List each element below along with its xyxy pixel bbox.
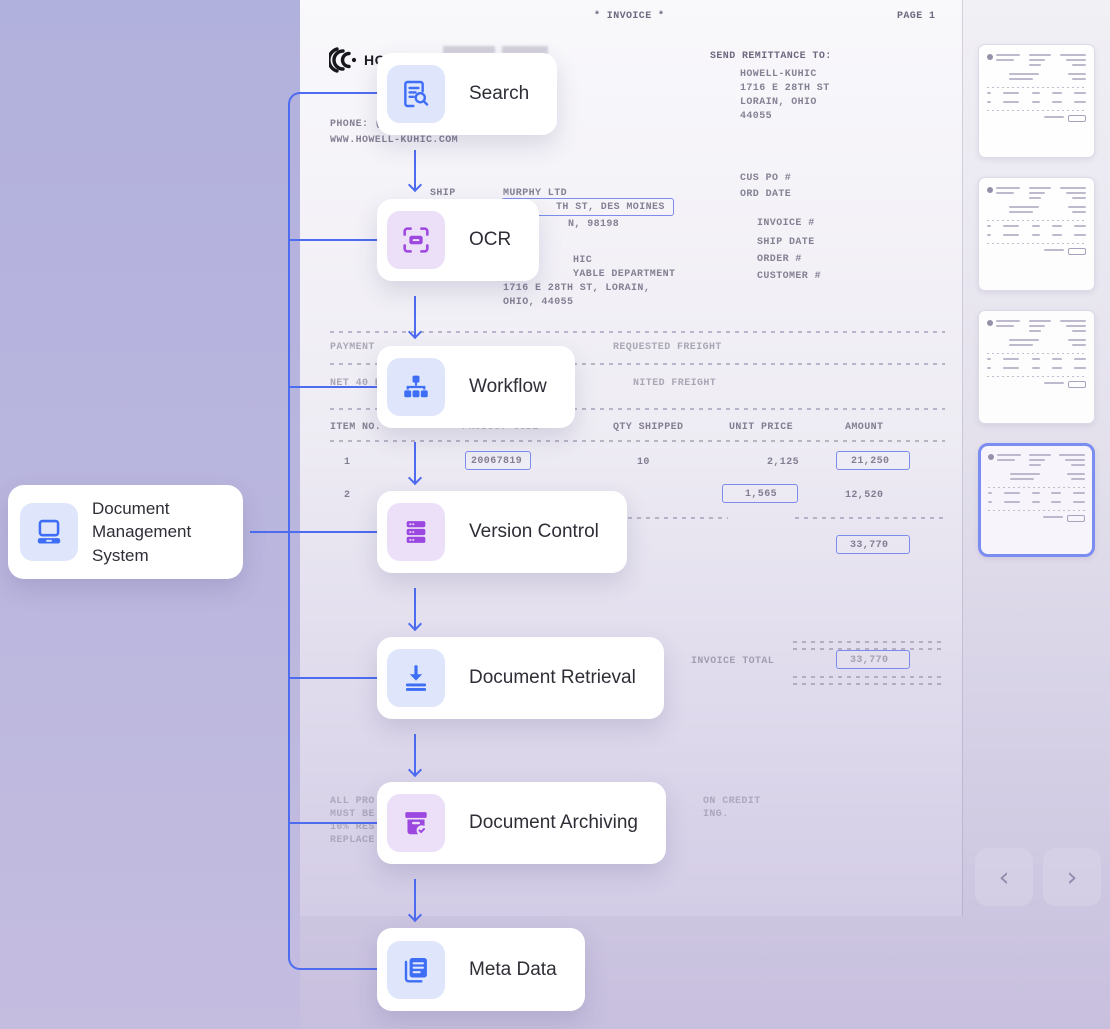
meta-label: INVOICE #: [757, 218, 815, 229]
node-label: Search: [469, 83, 529, 105]
download-tray-icon-tile: [387, 649, 445, 707]
next-page-button[interactable]: ›: [1043, 848, 1101, 906]
bill-to-fragment: YABLE DEPARTMENT: [573, 269, 675, 280]
node-ocr[interactable]: OCR: [377, 199, 539, 281]
dashed-divider: [330, 440, 945, 442]
remittance-line: 44055: [740, 111, 772, 122]
invoice-total-value: 33,770: [850, 655, 888, 666]
flow-stub-ocr: [288, 239, 377, 241]
hierarchy-icon-tile: [387, 358, 445, 416]
row2-unit-price: 1,565: [745, 489, 777, 500]
server-stack-icon: [400, 516, 432, 548]
footer-fragment: ON CREDIT: [703, 796, 761, 807]
hierarchy-icon: [400, 371, 432, 403]
row1-amount: 21,250: [851, 456, 889, 467]
node-label: Document Retrieval: [469, 667, 636, 689]
ship-label: SHIP: [430, 188, 456, 199]
bill-to-fragment: OHIO, 44055: [503, 297, 573, 308]
chevron-right-icon: ›: [1067, 862, 1078, 893]
invoice-page-label: PAGE 1: [897, 11, 935, 22]
download-tray-icon: [400, 662, 432, 694]
node-label: OCR: [469, 229, 511, 251]
terms-right: REQUESTED FREIGHT: [613, 342, 722, 353]
remittance-heading: SEND REMITTANCE TO:: [710, 51, 832, 62]
node-label: Meta Data: [469, 959, 557, 981]
dashed-divider: [628, 517, 728, 519]
previous-page-button[interactable]: ‹: [975, 848, 1033, 906]
bill-to-fragment: HIC: [573, 255, 592, 266]
node-label: Document Archiving: [469, 812, 638, 834]
remittance-line: 1716 E 28TH ST: [740, 83, 830, 94]
bill-to-fragment: 1716 E 28TH ST, LORAIN,: [503, 283, 650, 294]
company-logo-icon: [329, 45, 365, 75]
document-lines-icon-tile: [387, 941, 445, 999]
computer-icon-tile: [20, 503, 78, 561]
node-label: Version Control: [469, 521, 599, 543]
remittance-line: LORAIN, OHIO: [740, 97, 817, 108]
terms2-right-fragment: NITED FREIGHT: [633, 378, 716, 389]
node-document-management-system[interactable]: Document Management System: [8, 485, 243, 579]
invoice-total-label: INVOICE TOTAL: [691, 656, 774, 667]
dashed-divider: [793, 683, 945, 685]
invoice-title: * INVOICE *: [594, 11, 664, 22]
page-thumbnail[interactable]: [978, 310, 1095, 424]
row2-amount: 12,520: [845, 490, 883, 501]
computer-icon: [33, 516, 65, 548]
node-meta-data[interactable]: Meta Data: [377, 928, 585, 1011]
flow-arrow-down: [414, 879, 416, 920]
flow-stub-document-archiving: [288, 822, 377, 824]
search-document-icon-tile: [387, 65, 445, 123]
meta-label: CUSTOMER #: [757, 271, 821, 282]
flow-arrow-down: [414, 734, 416, 775]
subtotal-value: 33,770: [850, 540, 888, 551]
flow-arrow-down: [414, 150, 416, 190]
flow-arrow-down: [414, 296, 416, 337]
row1-qty: 10: [637, 457, 650, 468]
archive-check-icon-tile: [387, 794, 445, 852]
flow-stub-workflow: [288, 386, 377, 388]
col-header-price: UNIT PRICE: [729, 422, 793, 433]
page-thumbnail[interactable]: [978, 44, 1095, 158]
flow-arrow-down: [414, 442, 416, 483]
remittance-line: HOWELL-KUHIC: [740, 69, 817, 80]
search-document-icon: [400, 78, 432, 110]
col-header-amount: AMOUNT: [845, 422, 883, 433]
server-stack-icon-tile: [387, 503, 445, 561]
node-document-retrieval[interactable]: Document Retrieval: [377, 637, 664, 719]
dashed-divider: [793, 676, 945, 678]
ship-address-fragment2: N, 98198: [568, 219, 619, 230]
meta-label: SHIP DATE: [757, 237, 815, 248]
col-header-qty: QTY SHIPPED: [613, 422, 683, 433]
node-version-control[interactable]: Version Control: [377, 491, 627, 573]
page-thumbnail[interactable]: [978, 443, 1095, 557]
dashed-divider: [795, 517, 945, 519]
row1-unit-price: 2,125: [767, 457, 799, 468]
row1-product-code: 20067819: [471, 456, 522, 467]
scan-frame-icon: [400, 224, 432, 256]
archive-check-icon: [400, 807, 432, 839]
ship-address-fragment: TH ST, DES MOINES: [556, 202, 665, 213]
node-search[interactable]: Search: [377, 53, 557, 135]
flow-stub-document-retrieval: [288, 677, 377, 679]
chevron-left-icon: ‹: [999, 862, 1010, 893]
meta-label: CUS PO #: [740, 173, 791, 184]
node-workflow[interactable]: Workflow: [377, 346, 575, 428]
node-label: Workflow: [469, 376, 547, 398]
meta-label: ORDER #: [757, 254, 802, 265]
dashed-divider: [793, 641, 945, 643]
flow-stub-root-to-version-control: [250, 531, 377, 533]
scan-frame-icon-tile: [387, 211, 445, 269]
document-lines-icon: [400, 954, 432, 986]
meta-label: ORD DATE: [740, 189, 791, 200]
footer-fragment: ING.: [703, 809, 729, 820]
page-thumbnail[interactable]: [978, 177, 1095, 291]
flow-arrow-down: [414, 588, 416, 629]
root-node-label: Document Management System: [92, 497, 231, 567]
node-document-archiving[interactable]: Document Archiving: [377, 782, 666, 864]
